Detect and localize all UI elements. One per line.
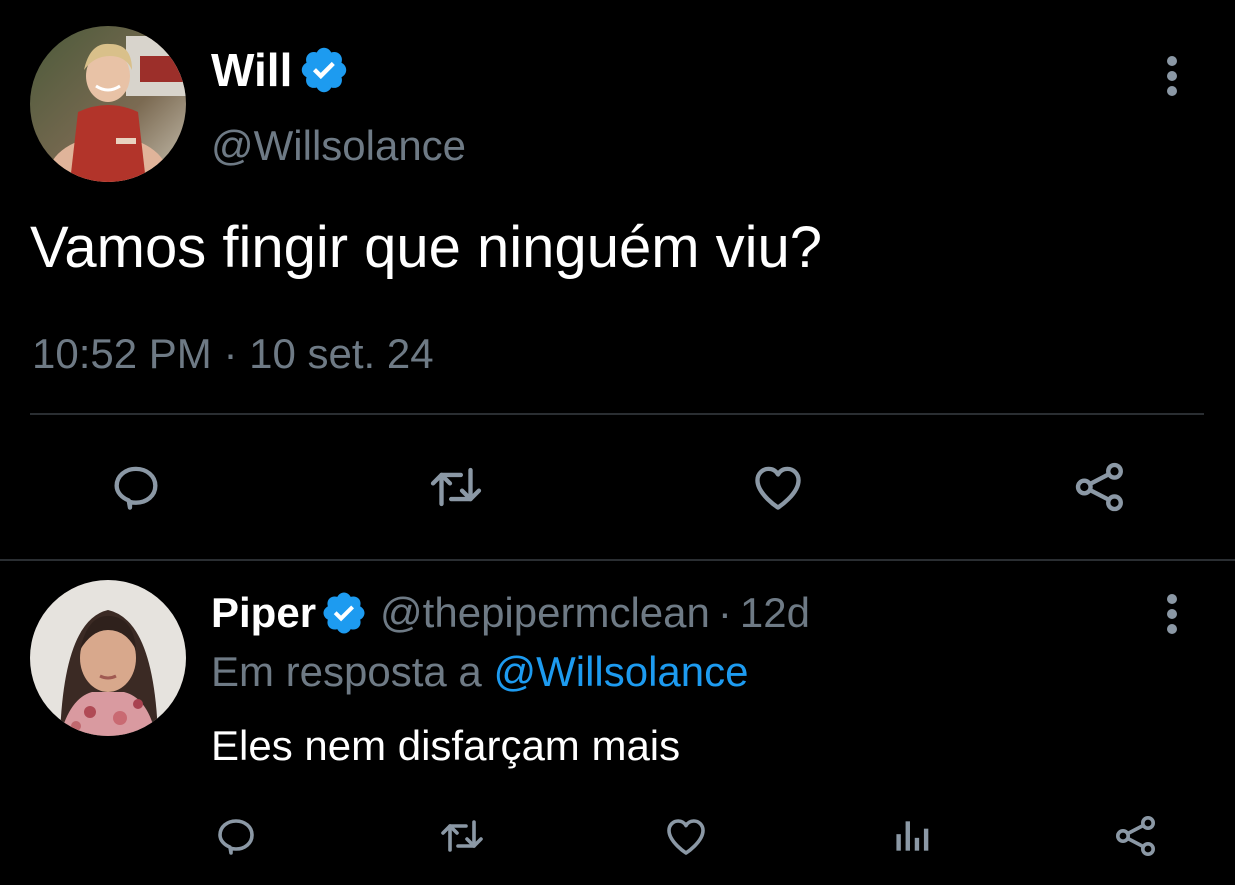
divider [0,559,1235,561]
divider [30,413,1204,415]
author-handle[interactable]: @Willsolance [211,118,466,174]
reply-prefix: Em resposta a [211,648,482,695]
more-vertical-icon[interactable] [1150,50,1194,100]
reply-icon[interactable] [208,808,264,864]
analytics-icon[interactable] [884,808,940,864]
author-handle[interactable]: @thepipermclean [380,589,710,637]
reply-context: Em resposta a @Willsolance [211,644,749,700]
share-icon[interactable] [1108,808,1164,864]
tweet-text: Vamos fingir que ninguém viu? [30,215,823,280]
like-icon[interactable] [742,455,814,519]
reply-age[interactable]: 12d [740,589,810,637]
avatar[interactable] [30,580,186,736]
reply-to-link[interactable]: @Willsolance [493,648,748,695]
more-vertical-icon[interactable] [1150,588,1194,638]
share-icon[interactable] [1064,455,1136,519]
reply-icon[interactable] [100,455,172,519]
tweet-time: 10:52 PM [32,330,212,377]
retweet-icon[interactable] [434,808,490,864]
timestamp-separator: · [223,330,238,377]
header-separator: · [717,589,732,636]
tweet-timestamp[interactable]: 10:52 PM · 10 set. 24 [32,326,434,382]
verified-badge-icon [323,592,365,634]
avatar[interactable] [30,26,186,182]
reply-text: Eles nem disfarçam mais [211,722,681,769]
author-name[interactable]: Will [211,40,292,100]
like-icon[interactable] [658,808,714,864]
author-name[interactable]: Piper [211,589,316,637]
tweet-date: 10 set. 24 [249,330,434,377]
retweet-icon[interactable] [420,455,492,519]
verified-badge-icon [302,47,347,93]
